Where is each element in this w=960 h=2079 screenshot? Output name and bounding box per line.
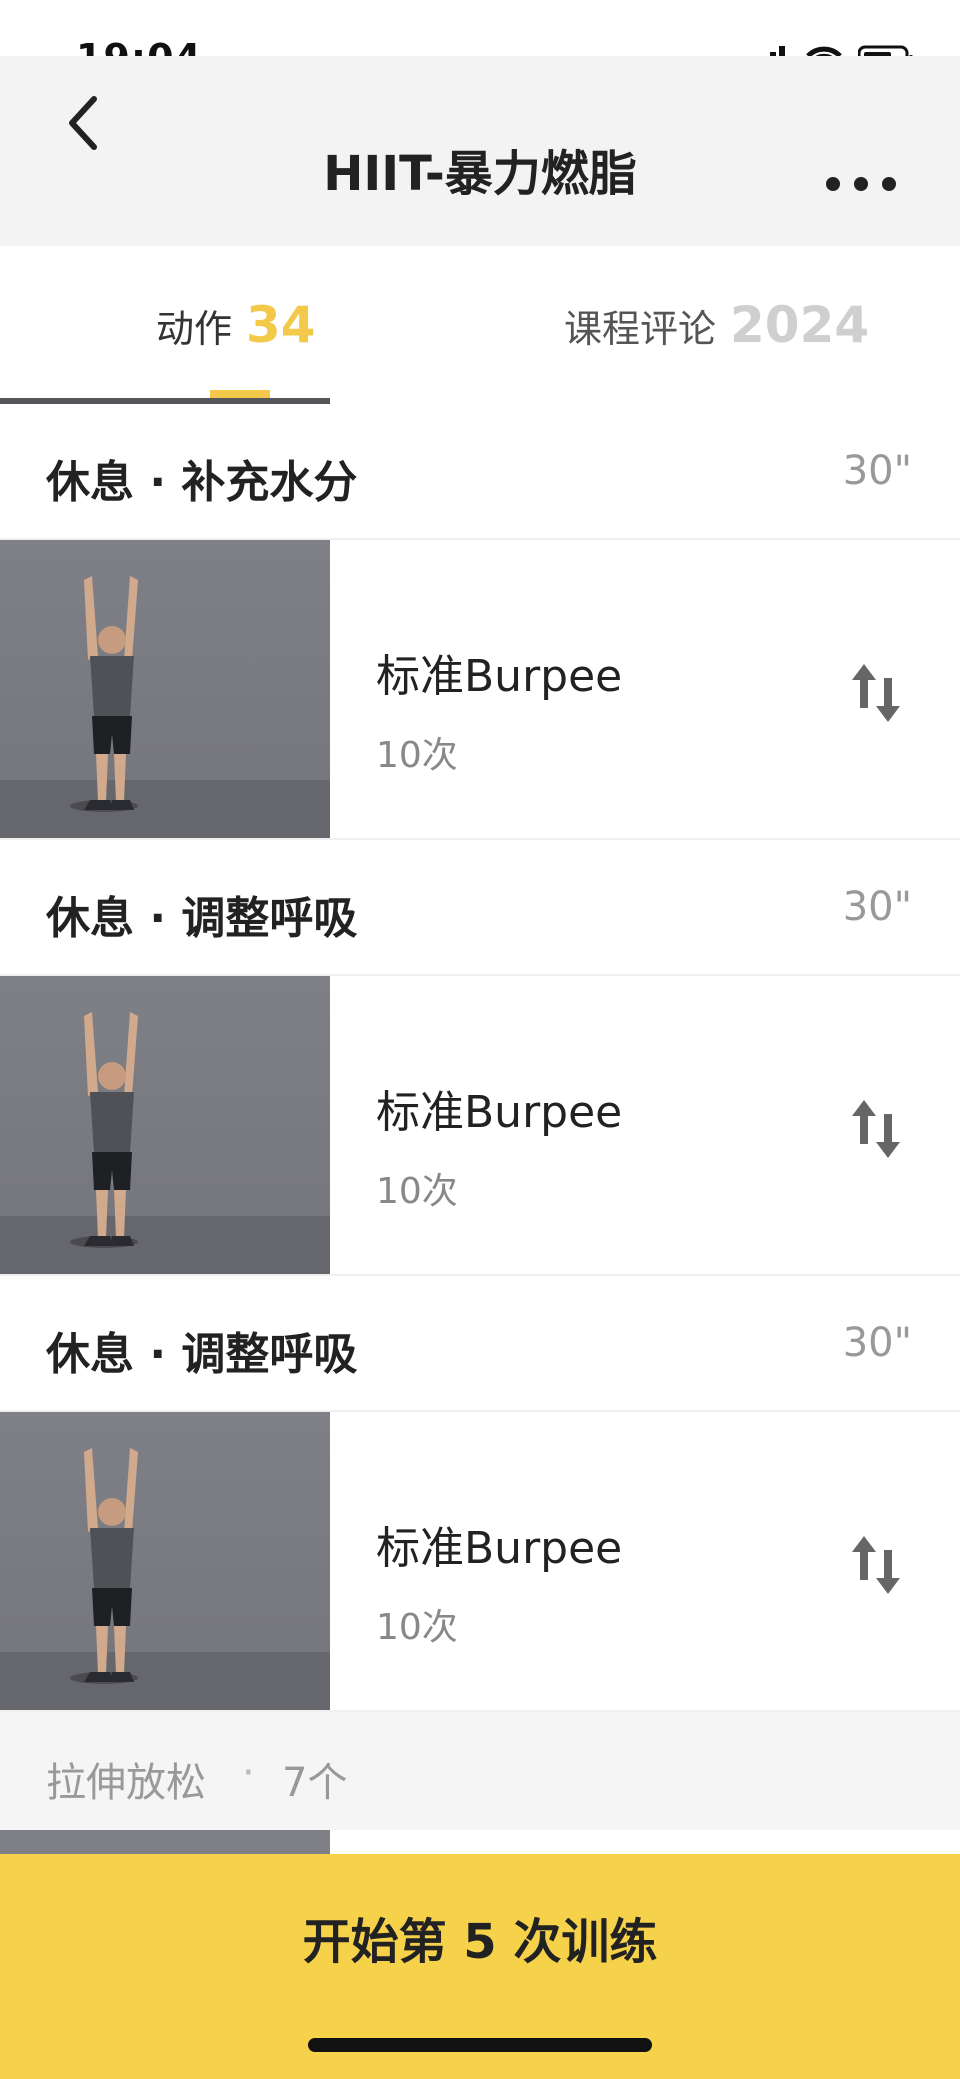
list-item-exercise[interactable]: 标准Burpee 10次 (0, 540, 960, 840)
swap-icon[interactable] (846, 1094, 906, 1164)
more-dot-icon (826, 177, 840, 191)
list-item-exercise[interactable]: 标准Burpee 10次 (0, 976, 960, 1276)
chevron-left-icon (69, 96, 97, 150)
section-title: 拉伸放松 (46, 1760, 206, 1806)
list-item-rest[interactable]: 休息 · 调整呼吸 30" (0, 840, 960, 976)
section-separator: · (242, 1750, 255, 1796)
section-count: 7个 (282, 1760, 348, 1806)
rest-duration: 30" (842, 884, 912, 930)
exercise-reps: 10次 (376, 735, 458, 776)
exercise-thumbnail (0, 1412, 330, 1710)
swap-icon[interactable] (846, 1530, 906, 1600)
exercise-name: 标准Burpee (376, 1087, 623, 1138)
tab-indicator (210, 390, 270, 398)
tab-actions[interactable]: 动作 34 (156, 296, 316, 354)
tab-count: 2024 (730, 296, 870, 354)
rest-label: 休息 · 补充水分 (46, 457, 358, 508)
exercise-reps: 10次 (376, 1607, 458, 1648)
athlete-figure-icon (0, 1448, 330, 1710)
more-dot-icon (854, 177, 868, 191)
page-title: HIIT-暴力燃脂 (323, 146, 637, 202)
tab-label: 课程评论 (564, 307, 717, 351)
list-item-exercise[interactable]: 标准Burpee 10次 (0, 1412, 960, 1712)
more-button[interactable] (826, 164, 896, 204)
list-item-rest[interactable]: 休息 · 补充水分 30" (0, 404, 960, 540)
athlete-figure-icon (0, 1012, 330, 1274)
exercise-thumbnail (0, 540, 330, 838)
tab-comments[interactable]: 课程评论 2024 (564, 296, 869, 354)
home-indicator (308, 2038, 652, 2052)
section-header: 拉伸放松 · 7个 (0, 1712, 960, 1830)
tab-label: 动作 (156, 307, 233, 351)
bottom-bar: 开始第 5 次训练 (0, 1854, 960, 2079)
more-dot-icon (882, 177, 896, 191)
rest-duration: 30" (842, 448, 912, 494)
tab-count: 34 (246, 296, 316, 354)
rest-duration: 30" (842, 1320, 912, 1366)
exercise-name: 标准Burpee (376, 651, 623, 702)
athlete-figure-icon (0, 576, 330, 838)
tab-bar: 动作 34 课程评论 2024 (0, 246, 960, 404)
exercise-thumbnail (0, 976, 330, 1274)
swap-icon[interactable] (846, 658, 906, 728)
exercise-name: 标准Burpee (376, 1523, 623, 1574)
exercise-reps: 10次 (376, 1171, 458, 1212)
start-training-button[interactable]: 开始第 5 次训练 (0, 1854, 960, 2019)
rest-label: 休息 · 调整呼吸 (46, 893, 358, 944)
list-item-rest[interactable]: 休息 · 调整呼吸 30" (0, 1276, 960, 1412)
rest-label: 休息 · 调整呼吸 (46, 1329, 358, 1380)
back-button[interactable] (52, 88, 112, 158)
